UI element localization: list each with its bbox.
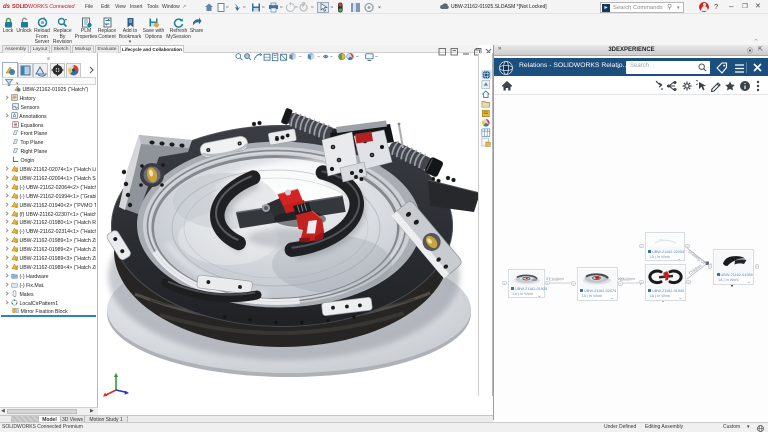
svg-text:Children: Children <box>688 263 703 276</box>
svg-text:A: A <box>13 113 17 118</box>
svg-text:Drawing Of: Drawing Of <box>687 249 707 266</box>
svg-text:Children: Children <box>549 276 564 282</box>
